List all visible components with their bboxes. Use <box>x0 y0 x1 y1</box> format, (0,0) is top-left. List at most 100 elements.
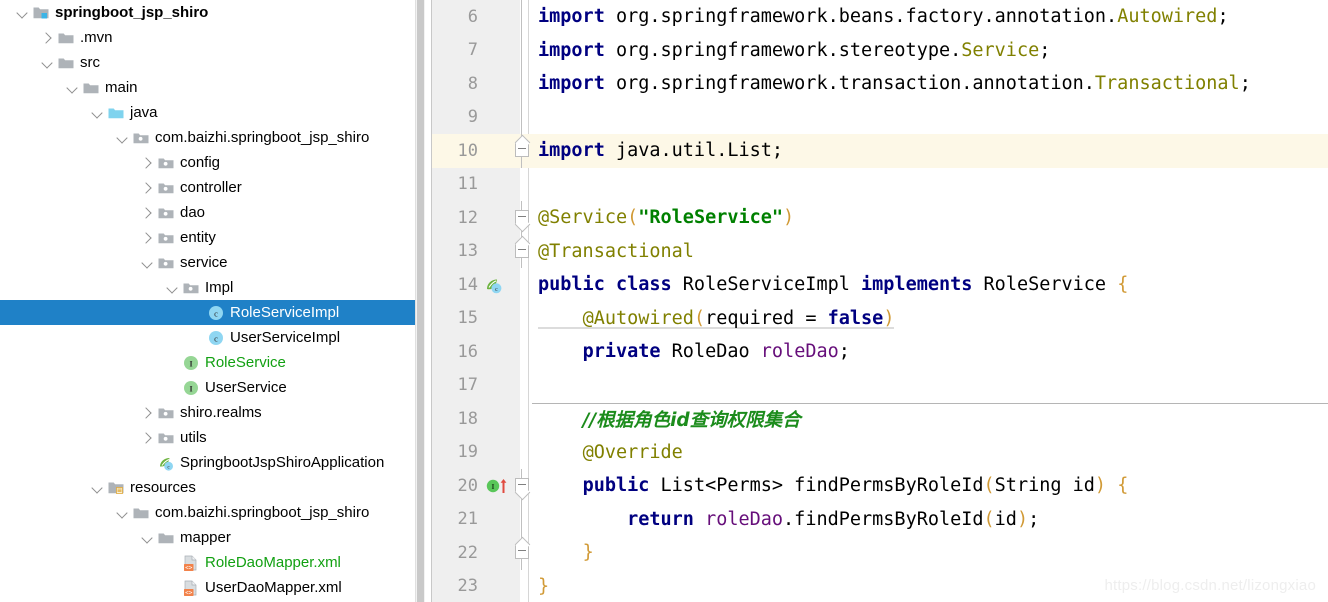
tree-item-roleserviceimpl[interactable]: c RoleServiceImpl <box>0 300 425 325</box>
tree-item-main[interactable]: main <box>0 75 425 100</box>
code-line-17[interactable]: 17 <box>432 369 1328 403</box>
spring-bean-icon[interactable]: c <box>484 268 514 302</box>
code-editor[interactable]: 6 import org.springframework.beans.factor… <box>432 0 1328 602</box>
code-text[interactable]: } <box>530 542 1328 563</box>
chevron-down-icon[interactable] <box>114 500 131 525</box>
code-line-7[interactable]: 7 import org.springframework.stereotype.S… <box>432 33 1328 68</box>
project-tree-list[interactable]: springboot_jsp_shiro .mvn src main java com.b… <box>0 0 425 600</box>
code-text[interactable]: return roleDao.findPermsByRoleId(id); <box>530 509 1328 530</box>
gutter-slot <box>484 34 514 68</box>
code-fold-toggle[interactable] <box>514 536 530 570</box>
project-tree-scrollbar[interactable] <box>415 0 425 602</box>
tree-item-com-baizhi-springboot-jsp-shiro[interactable]: com.baizhi.springboot_jsp_shiro <box>0 500 425 525</box>
fold-minus-icon[interactable] <box>515 143 529 157</box>
code-line-14[interactable]: 14 c public class RoleServiceImpl implemen… <box>432 268 1328 302</box>
code-text[interactable]: //根据角色id查询权限集合 <box>530 406 1328 432</box>
tree-item-userdaomapper-xml[interactable]: <> UserDaoMapper.xml <box>0 575 425 600</box>
tree-item-dao[interactable]: dao <box>0 200 425 225</box>
tree-item-java[interactable]: java <box>0 100 425 125</box>
chevron-down-icon[interactable] <box>14 0 31 25</box>
chevron-down-icon[interactable] <box>89 100 106 125</box>
code-fold-toggle[interactable] <box>514 201 530 235</box>
panel-splitter[interactable] <box>425 0 432 602</box>
chevron-down-icon[interactable] <box>39 50 56 75</box>
chevron-right-icon[interactable] <box>139 400 156 425</box>
tree-item-roledaomapper-xml[interactable]: <> RoleDaoMapper.xml <box>0 550 425 575</box>
tree-item-userservice[interactable]: I UserService <box>0 375 425 400</box>
tree-item-impl[interactable]: Impl <box>0 275 425 300</box>
code-text[interactable]: @Override <box>530 442 1328 463</box>
chevron-down-icon[interactable] <box>64 75 81 100</box>
implementing-method-icon[interactable]: I <box>484 469 514 503</box>
fold-minus-icon[interactable] <box>515 545 529 559</box>
code-fold-toggle[interactable] <box>514 134 530 168</box>
code-line-21[interactable]: 21 return roleDao.findPermsByRoleId(id); <box>432 502 1328 536</box>
fold-minus-icon[interactable] <box>515 243 529 258</box>
code-text[interactable]: @Transactional <box>530 241 1328 262</box>
code-text[interactable]: private RoleDao roleDao; <box>530 341 1328 362</box>
code-line-22[interactable]: 22 } <box>432 536 1328 570</box>
chevron-down-icon[interactable] <box>114 125 131 150</box>
tree-item-service[interactable]: service <box>0 250 425 275</box>
code-fold-toggle[interactable] <box>514 67 530 101</box>
code-fold-toggle[interactable] <box>514 469 530 503</box>
code-line-15[interactable]: 15 @Autowired(required = false) <box>432 302 1328 336</box>
tree-item-config[interactable]: config <box>0 150 425 175</box>
chevron-down-icon[interactable] <box>164 275 181 300</box>
project-tree-panel[interactable]: springboot_jsp_shiro .mvn src main java com.b… <box>0 0 425 602</box>
gutter-slot <box>484 101 514 135</box>
tree-item-controller[interactable]: controller <box>0 175 425 200</box>
code-text[interactable]: @Service("RoleService") <box>530 207 1328 228</box>
scrollbar-thumb[interactable] <box>417 0 424 602</box>
code-line-18[interactable]: 18 //根据角色id查询权限集合 <box>432 402 1328 436</box>
code-line-16[interactable]: 16 private RoleDao roleDao; <box>432 335 1328 369</box>
code-fold-toggle[interactable] <box>514 33 530 67</box>
chevron-down-icon[interactable] <box>139 525 156 550</box>
code-text[interactable]: public class RoleServiceImpl implements … <box>530 274 1328 295</box>
tree-item-entity[interactable]: entity <box>0 225 425 250</box>
tree-item-utils[interactable]: utils <box>0 425 425 450</box>
code-line-11[interactable]: 11 <box>432 168 1328 202</box>
code-fold-toggle[interactable] <box>514 100 530 134</box>
code-text[interactable]: import org.springframework.stereotype.Se… <box>530 40 1328 61</box>
code-line-12[interactable]: 12 @Service("RoleService") <box>432 201 1328 235</box>
code-line-19[interactable]: 19 @Override <box>432 436 1328 470</box>
code-line-13[interactable]: 13 @Transactional <box>432 234 1328 268</box>
code-fold-toggle[interactable] <box>514 234 530 268</box>
fold-minus-icon[interactable] <box>515 478 529 492</box>
chevron-down-icon[interactable] <box>139 250 156 275</box>
tree-item-resources[interactable]: resources <box>0 475 425 500</box>
code-fold-toggle[interactable] <box>514 502 530 536</box>
code-text[interactable]: public List<Perms> findPermsByRoleId(Str… <box>530 475 1328 496</box>
tree-item-userserviceimpl[interactable]: c UserServiceImpl <box>0 325 425 350</box>
tree-item-shiro-realms[interactable]: shiro.realms <box>0 400 425 425</box>
code-line-9[interactable]: 9 <box>432 100 1328 135</box>
tree-item-src[interactable]: src <box>0 50 425 75</box>
code-line-10[interactable]: 10 import java.util.List; <box>432 134 1328 168</box>
chevron-right-icon[interactable] <box>139 200 156 225</box>
tree-item-mapper[interactable]: mapper <box>0 525 425 550</box>
chevron-right-icon[interactable] <box>139 425 156 450</box>
tree-item-roleservice[interactable]: I RoleService <box>0 350 425 375</box>
line-number: 23 <box>457 576 478 597</box>
code-line-6[interactable]: 6 import org.springframework.beans.factor… <box>432 0 1328 34</box>
tree-item-mvn[interactable]: .mvn <box>0 25 425 50</box>
code-line-20[interactable]: 20 I public List<Perms> findPermsByRoleId… <box>432 469 1328 503</box>
tree-item-com-baizhi-springboot-jsp-shiro[interactable]: com.baizhi.springboot_jsp_shiro <box>0 125 425 150</box>
tree-item-springboot-jsp-shiro[interactable]: springboot_jsp_shiro <box>0 0 425 25</box>
tree-item-label: shiro.realms <box>180 404 262 421</box>
tree-item-springbootjspshiroapplication[interactable]: c SpringbootJspShiroApplication <box>0 450 425 475</box>
chevron-right-icon[interactable] <box>139 225 156 250</box>
chevron-down-icon[interactable] <box>89 475 106 500</box>
code-fold-toggle[interactable] <box>514 0 530 34</box>
code-line-8[interactable]: 8 import org.springframework.transaction.… <box>432 67 1328 101</box>
code-lines[interactable]: 6 import org.springframework.beans.factor… <box>432 0 1328 602</box>
code-text[interactable]: import org.springframework.transaction.a… <box>530 73 1328 94</box>
code-text[interactable]: import java.util.List; <box>530 140 1328 161</box>
code-text[interactable]: import org.springframework.beans.factory… <box>530 6 1328 27</box>
chevron-right-icon[interactable] <box>39 25 56 50</box>
code-text[interactable]: @Autowired(required = false) <box>530 307 1328 329</box>
chevron-right-icon[interactable] <box>139 150 156 175</box>
fold-minus-icon[interactable] <box>515 210 529 224</box>
chevron-right-icon[interactable] <box>139 175 156 200</box>
